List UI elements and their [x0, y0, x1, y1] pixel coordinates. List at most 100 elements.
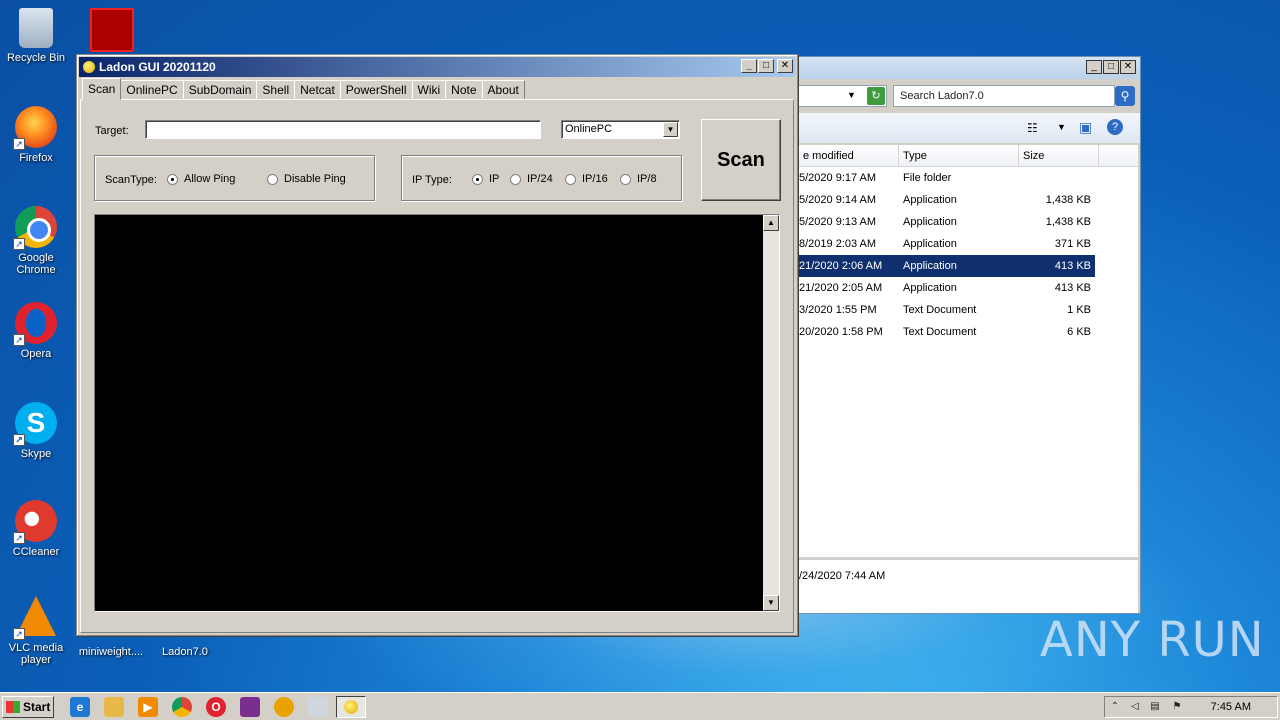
chevron-up-icon[interactable]: ⌃ — [1109, 701, 1121, 713]
minimize-icon[interactable]: _ — [1086, 60, 1102, 74]
winrar-icon[interactable] — [240, 697, 260, 717]
view-options-icon[interactable]: ☷ — [1027, 121, 1038, 135]
radio-ip24[interactable]: IP/24 — [510, 173, 553, 185]
ip-type-group: IP Type: IP IP/24 IP/16 IP/8 — [401, 155, 682, 201]
shortcut-arrow-icon: ↗ — [13, 238, 25, 250]
desktop-icon-label: Ladon7.0 — [162, 646, 208, 658]
notepad-icon[interactable] — [308, 697, 328, 717]
window-title: Ladon GUI 20201120 — [99, 60, 216, 74]
tab-powershell[interactable]: PowerShell — [339, 80, 413, 99]
file-cell-type: Application — [903, 282, 957, 294]
maximize-icon[interactable]: □ — [758, 59, 774, 73]
tab-netcat[interactable]: Netcat — [294, 80, 341, 99]
ie-icon[interactable]: e — [70, 697, 90, 717]
file-row[interactable]: 5/2020 9:13 AM Application 1,438 KB — [799, 211, 1138, 233]
file-cell-date: 21/2020 2:05 AM — [799, 282, 883, 294]
scroll-up-icon[interactable]: ▲ — [763, 215, 779, 231]
tab-wiki[interactable]: Wiki — [411, 80, 447, 99]
opera-icon[interactable]: O — [206, 697, 226, 717]
file-row[interactable]: 21/2020 2:05 AM Application 413 KB — [799, 277, 1138, 299]
radio-disable-ping[interactable]: Disable Ping — [267, 173, 346, 185]
app-icon[interactable] — [274, 697, 294, 717]
radio-ip8[interactable]: IP/8 — [620, 173, 657, 185]
desktop-icon-opera[interactable]: ↗ Opera — [0, 302, 72, 360]
help-icon[interactable]: ? — [1107, 119, 1123, 135]
explorer-folder-icon[interactable] — [104, 697, 124, 717]
vertical-scrollbar[interactable]: ▲ ▼ — [763, 215, 779, 611]
file-row[interactable]: 21/2020 2:06 AM Application 413 KB — [799, 255, 1095, 277]
file-row[interactable]: 5/2020 9:17 AM File folder — [799, 167, 1138, 189]
desktop-icon-miniweight[interactable]: miniweight.... — [76, 646, 146, 658]
tab-subdomain[interactable]: SubDomain — [182, 80, 258, 99]
media-player-icon[interactable]: ▶ — [138, 697, 158, 717]
preview-pane-icon[interactable]: ▣ — [1079, 119, 1092, 136]
target-input[interactable] — [145, 120, 541, 139]
shortcut-arrow-icon: ↗ — [13, 138, 25, 150]
radio-allow-ping[interactable]: Allow Ping — [167, 173, 235, 185]
chrome-icon[interactable] — [172, 697, 192, 717]
radio-dot — [267, 173, 278, 185]
column-date-modified[interactable]: e modified — [799, 145, 899, 166]
desktop-icon-firefox[interactable]: ↗ Firefox — [0, 106, 72, 164]
file-row[interactable]: 5/2020 9:14 AM Application 1,438 KB — [799, 189, 1138, 211]
radio-label: IP/8 — [637, 173, 657, 185]
scan-button[interactable]: Scan — [701, 119, 781, 201]
file-cell-size: 1,438 KB — [1045, 216, 1091, 228]
file-cell-size: 1 KB — [1067, 304, 1091, 316]
desktop-icon-ladon[interactable]: Ladon7.0 — [150, 646, 220, 658]
scroll-down-icon[interactable]: ▼ — [763, 595, 779, 611]
radio-label: Disable Ping — [284, 173, 346, 185]
shortcut-arrow-icon: ↗ — [13, 532, 25, 544]
tab-about[interactable]: About — [481, 80, 525, 99]
chevron-down-icon[interactable]: ▼ — [1057, 122, 1066, 132]
chevron-down-icon[interactable]: ▼ — [663, 122, 678, 137]
radio-ip[interactable]: IP — [472, 173, 499, 185]
tab-onlinepc[interactable]: OnlinePC — [120, 80, 184, 99]
details-date: /24/2020 7:44 AM — [799, 570, 886, 582]
start-button[interactable]: Start — [2, 696, 54, 718]
desktop-icon-recycle-bin[interactable]: Recycle Bin — [0, 8, 72, 64]
desktop-icon-label: Recycle Bin — [6, 52, 66, 64]
network-icon[interactable]: ▤ — [1149, 701, 1161, 713]
search-icon[interactable]: ⚲ — [1115, 86, 1135, 106]
desktop-icon-label: Skype — [20, 448, 52, 460]
pdf-reader-icon[interactable] — [90, 8, 134, 52]
close-icon[interactable]: ✕ — [777, 59, 793, 73]
file-cell-type: Text Document — [903, 326, 977, 338]
file-cell-type: Text Document — [903, 304, 977, 316]
file-cell-date: 5/2020 9:13 AM — [799, 216, 877, 228]
desktop-icon-skype[interactable]: S ↗ Skype — [0, 402, 72, 460]
file-list-header: e modified Type Size — [799, 145, 1138, 167]
file-row[interactable]: 3/2020 1:55 PM Text Document 1 KB — [799, 299, 1138, 321]
scan-type-label: ScanType: — [105, 174, 157, 186]
ladon-app-icon — [344, 700, 358, 714]
tab-shell[interactable]: Shell — [256, 80, 296, 99]
desktop-icon-chrome[interactable]: ↗ Google Chrome — [0, 206, 72, 276]
clock[interactable]: 7:45 AM — [1211, 701, 1251, 713]
module-select[interactable]: OnlinePC ▼ — [561, 120, 680, 139]
tab-scan[interactable]: Scan — [82, 78, 122, 100]
chevron-down-icon[interactable]: ▼ — [847, 90, 856, 100]
column-type[interactable]: Type — [899, 145, 1019, 166]
refresh-icon[interactable]: ↻ — [867, 87, 885, 105]
ladon-app-icon — [83, 61, 95, 73]
output-console[interactable]: ▲ ▼ — [94, 214, 780, 612]
search-input[interactable]: Search Ladon7.0 — [893, 85, 1115, 107]
desktop-icon-vlc[interactable]: ↗ VLC media player — [0, 596, 72, 666]
desktop-icon-ccleaner[interactable]: ↗ CCleaner — [0, 500, 72, 558]
file-row[interactable]: 20/2020 1:58 PM Text Document 6 KB — [799, 321, 1138, 343]
desktop-icon-label: VLC media player — [8, 642, 64, 666]
radio-ip16[interactable]: IP/16 — [565, 173, 608, 185]
flag-icon[interactable]: ⚑ — [1171, 701, 1183, 713]
ladon-task-button[interactable] — [336, 696, 366, 718]
tab-note[interactable]: Note — [445, 80, 483, 99]
maximize-icon[interactable]: □ — [1103, 60, 1119, 74]
file-cell-size: 413 KB — [1054, 260, 1091, 272]
column-size[interactable]: Size — [1019, 145, 1099, 166]
file-cell-size: 6 KB — [1067, 326, 1091, 338]
close-icon[interactable]: ✕ — [1120, 60, 1136, 74]
file-cell-size: 413 KB — [1054, 282, 1091, 294]
minimize-icon[interactable]: _ — [741, 59, 757, 73]
file-row[interactable]: 8/2019 2:03 AM Application 371 KB — [799, 233, 1138, 255]
volume-icon[interactable]: ◁ — [1129, 701, 1141, 713]
